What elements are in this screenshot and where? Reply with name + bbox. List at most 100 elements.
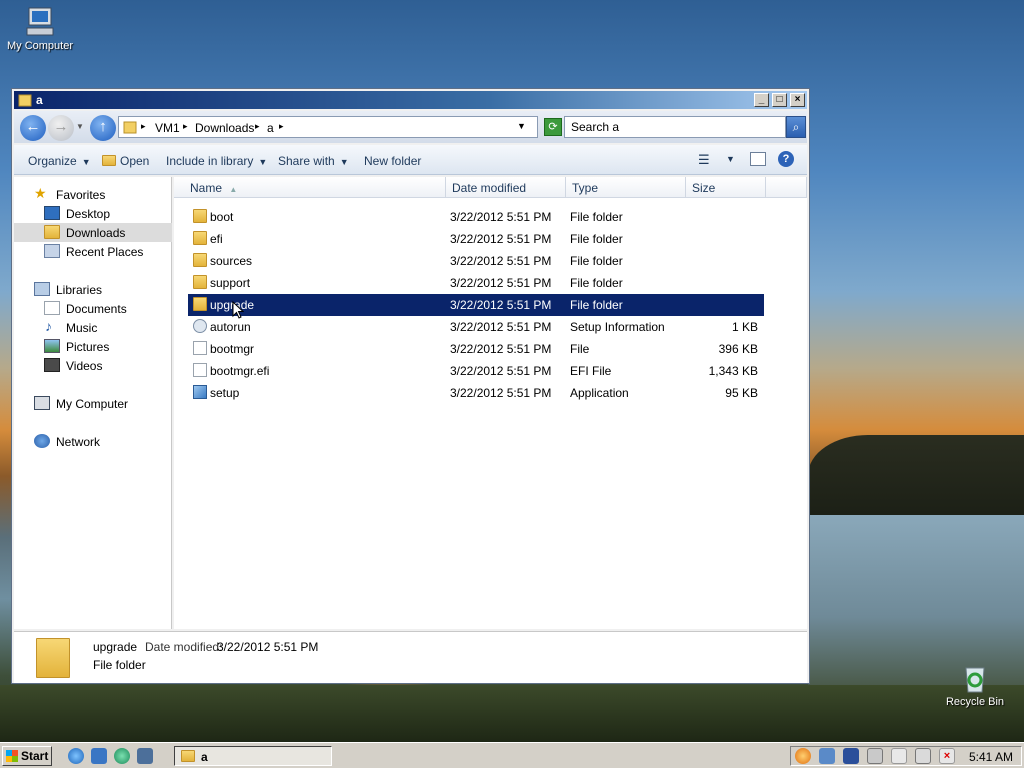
start-button[interactable]: Start	[2, 746, 52, 766]
breadcrumb-a[interactable]: a	[267, 121, 274, 135]
file-name: bootmgr	[210, 342, 255, 356]
column-header-name[interactable]: Name ▲	[174, 177, 446, 198]
volume-muted-icon[interactable]: ×	[939, 748, 955, 764]
nav-label: Network	[56, 435, 101, 449]
explorer-icon[interactable]	[137, 748, 153, 764]
search-icon[interactable]: ⌕	[786, 116, 806, 138]
table-row[interactable]: boot 3/22/2012 5:51 PM File folder	[188, 206, 764, 228]
chevron-right-icon[interactable]: ▸	[255, 121, 260, 132]
column-header-type[interactable]: Type	[566, 177, 686, 198]
internet-explorer-icon[interactable]	[68, 748, 84, 764]
recent-places-icon	[44, 244, 60, 258]
open-folder-icon	[102, 155, 116, 166]
file-date: 3/22/2012 5:51 PM	[450, 364, 552, 378]
file-type: File folder	[570, 232, 623, 246]
up-button[interactable]: ↑	[90, 115, 116, 141]
desktop-icon-my-computer[interactable]: My Computer	[0, 6, 80, 52]
folder-icon	[18, 93, 32, 110]
chevron-right-icon[interactable]: ▸	[183, 121, 188, 132]
file-type: File folder	[570, 276, 623, 290]
open-button[interactable]: Open	[102, 154, 149, 168]
new-folder-button[interactable]: New folder	[364, 154, 421, 168]
file-type: File	[570, 342, 590, 356]
close-button[interactable]: ×	[790, 93, 805, 107]
address-dropdown-icon[interactable]: ▼	[517, 121, 526, 131]
tray-app-icon[interactable]	[795, 748, 811, 764]
star-icon: ★	[34, 185, 47, 201]
recycle-bin-icon	[965, 667, 985, 693]
address-bar[interactable]: ▸ VM1 ▸ Downloads ▸ a ▸ ▼	[118, 116, 538, 138]
nav-videos[interactable]: Videos	[14, 356, 172, 375]
include-in-library-button[interactable]: Include in library ▼	[166, 154, 267, 168]
table-row[interactable]: sources 3/22/2012 5:51 PM File folder	[188, 250, 764, 272]
view-options-icon[interactable]: ☰	[698, 152, 710, 168]
pictures-icon	[44, 339, 60, 353]
breadcrumb-vm1[interactable]: VM1	[155, 121, 180, 135]
file-size: 1,343 KB	[708, 364, 758, 378]
tray-sync-icon[interactable]	[819, 748, 835, 764]
table-row[interactable]: autorun 3/22/2012 5:51 PM Setup Informat…	[188, 316, 764, 338]
tray-network-icon[interactable]	[915, 748, 931, 764]
chevron-down-icon: ▼	[339, 157, 349, 167]
setup-information-icon	[193, 319, 207, 333]
breadcrumb-downloads[interactable]: Downloads	[195, 121, 254, 135]
table-row[interactable]: setup 3/22/2012 5:51 PM Application 95 K…	[188, 382, 764, 404]
table-row[interactable]: support 3/22/2012 5:51 PM File folder	[188, 272, 764, 294]
media-player-icon[interactable]	[114, 748, 130, 764]
table-row[interactable]: bootmgr.efi 3/22/2012 5:51 PM EFI File 1…	[188, 360, 764, 382]
nav-recent-places[interactable]: Recent Places	[14, 242, 172, 261]
file-date: 3/22/2012 5:51 PM	[450, 210, 552, 224]
file-type: EFI File	[570, 364, 612, 378]
view-chevron-down-icon[interactable]: ▼	[726, 154, 735, 164]
nav-favorites[interactable]: ★ Favorites	[14, 185, 172, 204]
nav-downloads[interactable]: Downloads	[14, 223, 172, 242]
chevron-right-icon[interactable]: ▸	[279, 121, 284, 132]
table-row[interactable]: bootmgr 3/22/2012 5:51 PM File 396 KB	[188, 338, 764, 360]
show-desktop-icon[interactable]	[91, 748, 107, 764]
flag-icon[interactable]	[891, 748, 907, 764]
chevron-down-icon: ▼	[81, 157, 91, 167]
nav-pictures[interactable]: Pictures	[14, 337, 172, 356]
chevron-right-icon[interactable]: ▸	[141, 121, 146, 132]
help-icon[interactable]: ?	[778, 151, 794, 167]
desktop-icon	[44, 206, 60, 220]
nav-libraries[interactable]: Libraries	[14, 280, 172, 299]
table-row[interactable]: efi 3/22/2012 5:51 PM File folder	[188, 228, 764, 250]
column-header-label: Name	[190, 181, 223, 195]
nav-documents[interactable]: Documents	[14, 299, 172, 318]
file-size: 1 KB	[731, 320, 758, 334]
desktop-icon-recycle-bin[interactable]: Recycle Bin	[935, 662, 1015, 708]
organize-button[interactable]: Organize ▼	[28, 154, 91, 168]
file-name: autorun	[210, 320, 251, 334]
tray-keyboard-icon[interactable]	[867, 748, 883, 764]
forward-button[interactable]: →	[48, 115, 74, 141]
back-button[interactable]: ←	[20, 115, 46, 141]
search-input[interactable]: Search a	[564, 116, 786, 138]
clock[interactable]: 5:41 AM	[969, 750, 1013, 764]
details-pane: upgrade Date modified: 3/22/2012 5:51 PM…	[14, 631, 807, 683]
minimize-button[interactable]: _	[754, 93, 769, 107]
nav-desktop[interactable]: Desktop	[14, 204, 172, 223]
table-row-selected[interactable]: upgrade 3/22/2012 5:51 PM File folder	[188, 294, 764, 319]
file-date: 3/22/2012 5:51 PM	[450, 320, 552, 334]
file-type: Setup Information	[570, 320, 665, 334]
preview-pane-icon[interactable]	[750, 152, 766, 166]
recent-pages-chevron-icon[interactable]: ▼	[76, 122, 84, 131]
network-icon	[34, 434, 50, 448]
file-size: 95 KB	[725, 386, 758, 400]
maximize-button[interactable]: □	[772, 93, 787, 107]
nav-my-computer[interactable]: My Computer	[14, 394, 172, 413]
nav-music[interactable]: ♪ Music	[14, 318, 172, 337]
nav-label: Videos	[66, 359, 103, 373]
refresh-icon[interactable]: ⟳	[544, 118, 562, 136]
application-icon	[193, 385, 207, 399]
title-bar[interactable]: a _ □ ×	[14, 91, 807, 109]
taskbar-item-a[interactable]: a	[174, 746, 332, 766]
column-header-date[interactable]: Date modified	[446, 177, 566, 198]
file-date: 3/22/2012 5:51 PM	[450, 232, 552, 246]
nav-label: Downloads	[66, 226, 126, 240]
column-header-size[interactable]: Size	[686, 177, 766, 198]
share-with-button[interactable]: Share with ▼	[278, 154, 349, 168]
nav-network[interactable]: Network	[14, 432, 172, 451]
tray-windows-icon[interactable]	[843, 748, 859, 764]
